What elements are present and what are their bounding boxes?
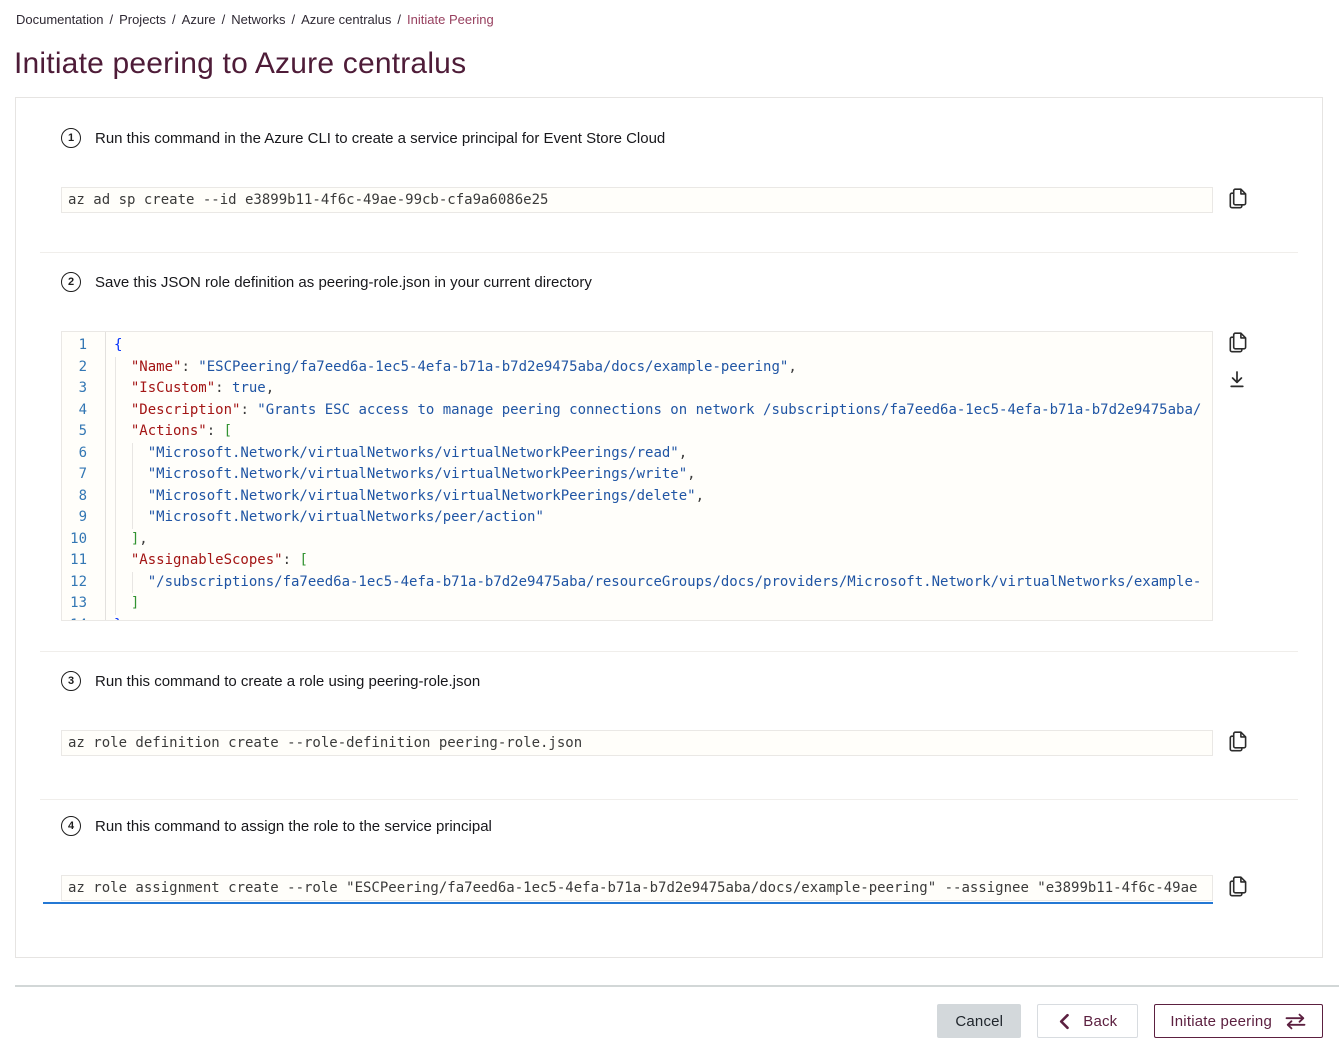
page-title: Initiate peering to Azure centralus	[14, 46, 1339, 82]
back-button-label: Back	[1083, 1013, 1117, 1030]
gutter-divider	[105, 332, 106, 620]
step-4-command-box: az role assignment create --role "ESCPee…	[61, 875, 1213, 901]
indent-guide	[115, 357, 116, 615]
copy-icon	[1227, 331, 1248, 357]
step-3-section: 3 Run this command to create a role usin…	[16, 652, 1322, 799]
json-code-line: 10 ],	[62, 529, 1212, 551]
breadcrumb: Documentation / Projects / Azure / Networks / Az…	[0, 0, 1339, 28]
step-3-command-text: az role definition create --role-definit…	[68, 735, 582, 751]
json-code-line: 4 "Description": "Grants ESC access to m…	[62, 400, 1212, 422]
indent-guide	[132, 572, 133, 593]
step-1-label: Run this command in the Azure CLI to cre…	[95, 130, 665, 147]
initiate-peering-button[interactable]: Initiate peering	[1154, 1004, 1323, 1038]
json-editor[interactable]: 1{2 "Name": "ESCPeering/fa7eed6a-1ec5-4e…	[61, 331, 1213, 621]
step-3-copy-button[interactable]	[1226, 730, 1248, 754]
breadcrumb-item-projects[interactable]: Projects	[119, 12, 166, 27]
breadcrumb-separator: /	[172, 12, 176, 27]
json-download-button[interactable]	[1226, 369, 1248, 393]
json-copy-button[interactable]	[1226, 331, 1248, 355]
step-4-copy-button[interactable]	[1226, 875, 1248, 899]
indent-guide	[132, 443, 133, 529]
copy-icon	[1227, 875, 1248, 901]
step-4-label: Run this command to assign the role to t…	[95, 818, 492, 835]
footer-actions: Cancel Back Initiate peering	[0, 987, 1339, 1038]
step-1-command-box: az ad sp create --id e3899b11-4f6c-49ae-…	[61, 187, 1213, 213]
step-2-section: 2 Save this JSON role definition as peer…	[16, 253, 1322, 651]
step-3-label: Run this command to create a role using …	[95, 673, 480, 690]
step-1-command-text: az ad sp create --id e3899b11-4f6c-49ae-…	[68, 192, 548, 208]
chevron-left-icon	[1058, 1013, 1070, 1030]
breadcrumb-item-documentation[interactable]: Documentation	[16, 12, 103, 27]
copy-icon	[1227, 187, 1248, 213]
step-1-number-badge: 1	[61, 128, 81, 148]
step-4-section: 4 Run this command to assign the role to…	[16, 800, 1322, 957]
json-code-line: 6 "Microsoft.Network/virtualNetworks/vir…	[62, 443, 1212, 465]
step-1-section: 1 Run this command in the Azure CLI to c…	[16, 98, 1322, 252]
json-code-line: 13 ]	[62, 593, 1212, 615]
breadcrumb-item-initiate-peering: Initiate Peering	[407, 12, 494, 27]
json-code-line: 9 "Microsoft.Network/virtualNetworks/pee…	[62, 507, 1212, 529]
json-code-line: 12 "/subscriptions/fa7eed6a-1ec5-4efa-b7…	[62, 572, 1212, 594]
step-4-command-text: az role assignment create --role "ESCPee…	[68, 880, 1197, 896]
breadcrumb-item-azure-centralus[interactable]: Azure centralus	[301, 12, 391, 27]
json-code-line: 5 "Actions": [	[62, 421, 1212, 443]
steps-card: 1 Run this command in the Azure CLI to c…	[15, 97, 1323, 958]
breadcrumb-separator: /	[397, 12, 401, 27]
initiate-peering-button-label: Initiate peering	[1170, 1013, 1272, 1030]
json-editor-lines: 1{2 "Name": "ESCPeering/fa7eed6a-1ec5-4e…	[62, 332, 1212, 621]
json-code-line: 2 "Name": "ESCPeering/fa7eed6a-1ec5-4efa…	[62, 357, 1212, 379]
back-button[interactable]: Back	[1037, 1004, 1138, 1038]
json-code-line: 7 "Microsoft.Network/virtualNetworks/vir…	[62, 464, 1212, 486]
breadcrumb-item-azure[interactable]: Azure	[182, 12, 216, 27]
json-code-line: 11 "AssignableScopes": [	[62, 550, 1212, 572]
json-code-line: 14}	[62, 615, 1212, 622]
breadcrumb-item-networks[interactable]: Networks	[231, 12, 285, 27]
step-2-label: Save this JSON role definition as peerin…	[95, 274, 592, 291]
breadcrumb-separator: /	[222, 12, 226, 27]
copy-icon	[1227, 730, 1248, 756]
step-4-number-badge: 4	[61, 816, 81, 836]
horizontal-scrollbar[interactable]	[43, 902, 1213, 904]
download-icon	[1227, 369, 1247, 393]
json-code-line: 8 "Microsoft.Network/virtualNetworks/vir…	[62, 486, 1212, 508]
breadcrumb-separator: /	[291, 12, 295, 27]
step-1-copy-button[interactable]	[1226, 187, 1248, 211]
transfer-arrows-icon	[1284, 1013, 1307, 1030]
json-code-line: 1{	[62, 335, 1212, 357]
step-3-number-badge: 3	[61, 671, 81, 691]
step-3-command-box: az role definition create --role-definit…	[61, 730, 1213, 756]
breadcrumb-separator: /	[109, 12, 113, 27]
json-code-line: 3 "IsCustom": true,	[62, 378, 1212, 400]
step-2-number-badge: 2	[61, 272, 81, 292]
cancel-button[interactable]: Cancel	[937, 1004, 1021, 1038]
